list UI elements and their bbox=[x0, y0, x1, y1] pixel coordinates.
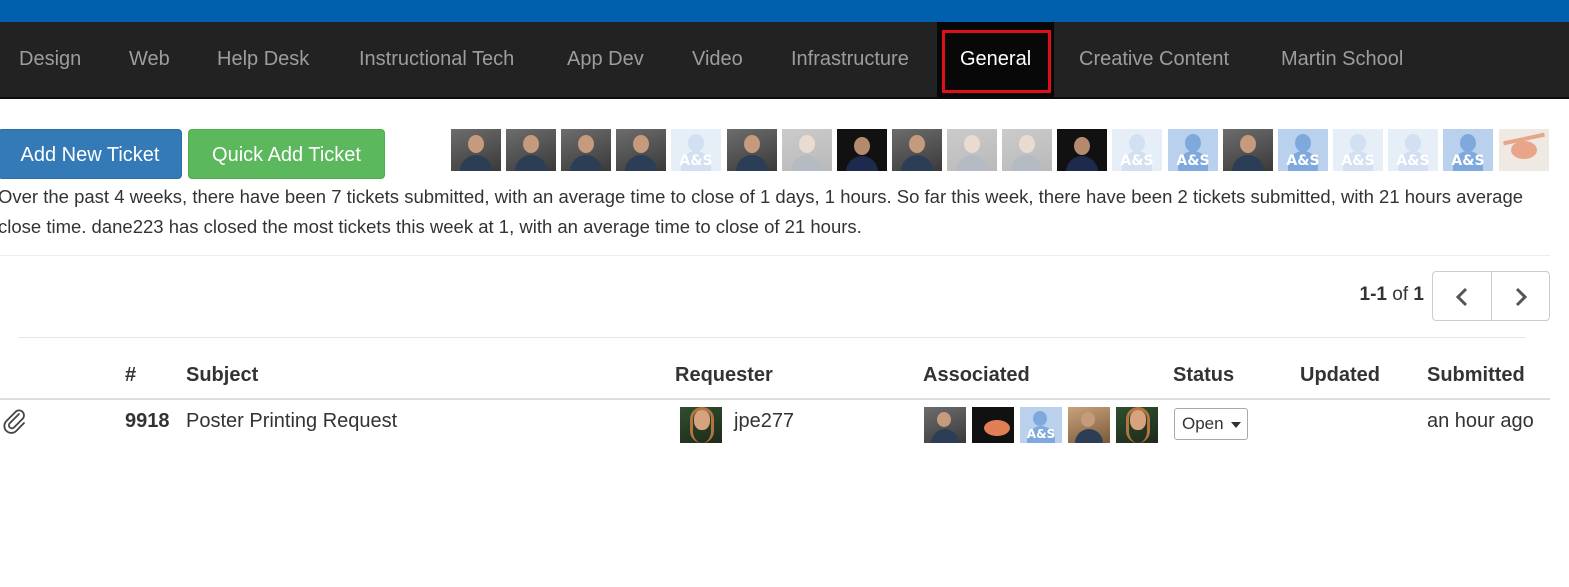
ticket-submitted: an hour ago bbox=[1427, 410, 1534, 432]
avatar[interactable] bbox=[1057, 129, 1107, 171]
avatar[interactable] bbox=[727, 129, 777, 171]
column-header-associated[interactable]: Associated bbox=[923, 364, 1030, 387]
previous-page-button[interactable] bbox=[1433, 272, 1492, 320]
avatar[interactable]: A&S bbox=[1278, 129, 1328, 171]
avatar[interactable] bbox=[782, 129, 832, 171]
column-header-requester[interactable]: Requester bbox=[675, 364, 773, 387]
column-header-submitted[interactable]: Submitted bbox=[1427, 364, 1525, 387]
avatar[interactable] bbox=[892, 129, 942, 171]
avatar[interactable] bbox=[506, 129, 556, 171]
pagination-buttons bbox=[1432, 271, 1550, 321]
avatar[interactable]: A&S bbox=[1388, 129, 1438, 171]
chevron-right-icon bbox=[1515, 287, 1528, 306]
tab-design[interactable]: Design bbox=[19, 22, 81, 97]
avatar[interactable]: A&S bbox=[1168, 129, 1218, 171]
avatar[interactable]: A&S bbox=[671, 129, 721, 171]
team-tabs-navbar: Design Web Help Desk Instructional Tech … bbox=[0, 22, 1569, 99]
column-header-status[interactable]: Status bbox=[1173, 364, 1234, 387]
tab-general[interactable]: General bbox=[937, 22, 1055, 97]
associated-avatar[interactable]: A&S bbox=[1020, 407, 1062, 443]
tab-app-dev[interactable]: App Dev bbox=[567, 22, 644, 97]
chevron-left-icon bbox=[1455, 287, 1468, 306]
column-header-updated[interactable]: Updated bbox=[1300, 364, 1380, 387]
divider bbox=[0, 255, 1550, 256]
tab-martin-school[interactable]: Martin School bbox=[1281, 22, 1403, 97]
avatar[interactable]: A&S bbox=[1333, 129, 1383, 171]
avatar[interactable] bbox=[561, 129, 611, 171]
requester-name[interactable]: jpe277 bbox=[734, 410, 794, 433]
ticket-summary-text: Over the past 4 weeks, there have been 7… bbox=[0, 186, 1524, 237]
avatar[interactable] bbox=[616, 129, 666, 171]
pagination-count: 1-1 of 1 bbox=[1320, 284, 1424, 306]
paperclip-icon bbox=[3, 409, 25, 434]
avatar[interactable] bbox=[947, 129, 997, 171]
avatar[interactable] bbox=[451, 129, 501, 171]
avatar[interactable] bbox=[1223, 129, 1273, 171]
tab-video[interactable]: Video bbox=[692, 22, 743, 97]
avatar[interactable]: A&S bbox=[1443, 129, 1493, 171]
table-row[interactable]: 9918 Poster Printing Request jpe277 A&S … bbox=[0, 400, 1550, 448]
caret-down-icon bbox=[1231, 422, 1241, 428]
pagination-range: 1-1 bbox=[1359, 284, 1387, 305]
tab-instructional-tech[interactable]: Instructional Tech bbox=[359, 22, 514, 97]
avatar[interactable] bbox=[1002, 129, 1052, 171]
avatar[interactable] bbox=[837, 129, 887, 171]
top-accent-bar bbox=[0, 0, 1569, 22]
next-page-button[interactable] bbox=[1492, 272, 1550, 320]
ticket-subject[interactable]: Poster Printing Request bbox=[186, 410, 397, 433]
avatar[interactable] bbox=[1499, 129, 1549, 171]
quick-add-ticket-button[interactable]: Quick Add Ticket bbox=[188, 129, 385, 179]
pagination-total: 1 bbox=[1413, 284, 1424, 305]
status-value: Open bbox=[1182, 414, 1224, 433]
status-select[interactable]: Open bbox=[1174, 408, 1248, 440]
associated-avatar[interactable] bbox=[924, 407, 966, 443]
pagination-of-label: of bbox=[1392, 284, 1409, 305]
requester-avatar bbox=[680, 407, 722, 443]
add-new-ticket-button[interactable]: Add New Ticket bbox=[0, 129, 182, 179]
tab-web[interactable]: Web bbox=[129, 22, 170, 97]
divider bbox=[18, 337, 1526, 338]
associated-avatar[interactable] bbox=[1068, 407, 1110, 443]
tab-creative-content[interactable]: Creative Content bbox=[1079, 22, 1229, 97]
associated-avatar[interactable] bbox=[972, 407, 1014, 443]
avatar[interactable]: A&S bbox=[1112, 129, 1162, 171]
ticket-number[interactable]: 9918 bbox=[125, 410, 170, 433]
tab-infrastructure[interactable]: Infrastructure bbox=[791, 22, 909, 97]
tab-help-desk[interactable]: Help Desk bbox=[217, 22, 309, 97]
column-header-number[interactable]: # bbox=[125, 364, 136, 387]
column-header-subject[interactable]: Subject bbox=[186, 364, 258, 387]
associated-avatar[interactable] bbox=[1116, 407, 1158, 443]
